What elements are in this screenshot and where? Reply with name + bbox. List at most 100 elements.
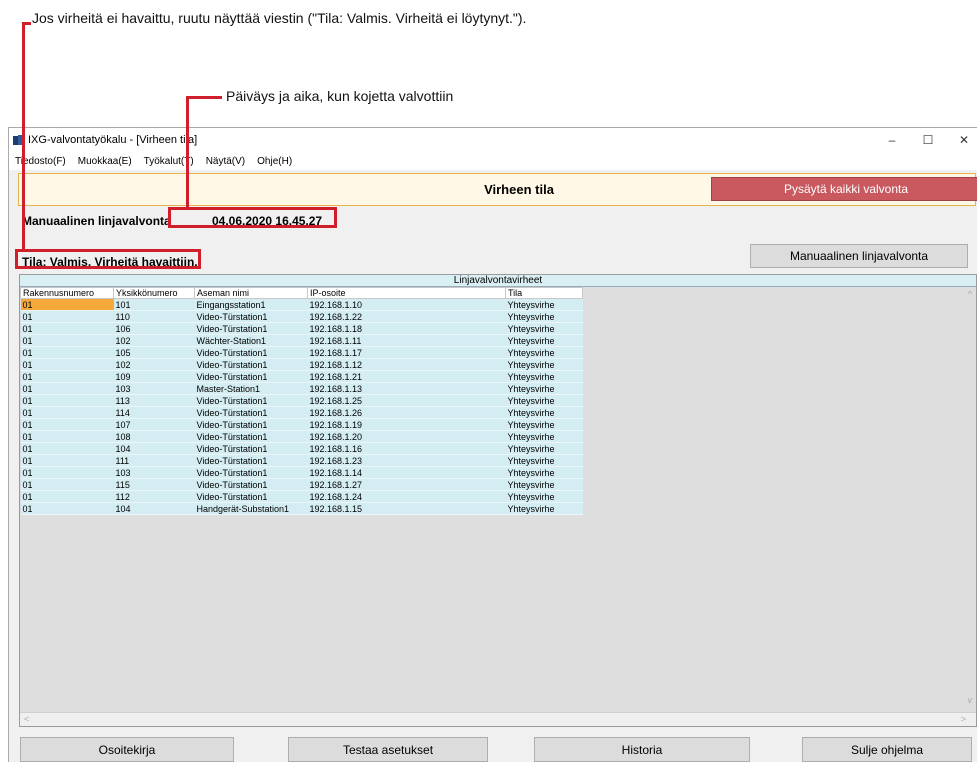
stop-all-monitoring-button[interactable]: Pysäytä kaikki valvonta	[711, 177, 977, 201]
monitoring-errors-grid[interactable]: Linjavalvontavirheet Rakennusnumero Yksi…	[19, 274, 977, 727]
table-cell[interactable]: 01	[20, 394, 114, 407]
table-row[interactable]: 01 113 Video-Türstation1 192.168.1.25 Yhteys…	[20, 394, 583, 407]
table-row[interactable]: 01 102 Wächter-Station1 192.168.1.11 Yhteysv…	[20, 334, 583, 347]
table-cell[interactable]: Yhteysvirhe	[505, 442, 583, 455]
table-cell[interactable]: Yhteysvirhe	[505, 466, 583, 479]
table-cell[interactable]: 01	[20, 370, 114, 383]
table-cell[interactable]: 192.168.1.12	[307, 358, 506, 371]
table-cell[interactable]: Yhteysvirhe	[505, 370, 583, 383]
table-row[interactable]: 01 104 Video-Türstation1 192.168.1.16 Yhteys…	[20, 442, 583, 455]
table-row[interactable]: 01 101 Eingangsstation1 192.168.1.10 Yhteysv…	[20, 298, 583, 311]
table-cell[interactable]: 115	[113, 478, 195, 491]
table-cell[interactable]: 102	[113, 358, 195, 371]
minimize-icon[interactable]: –	[874, 128, 910, 152]
table-cell[interactable]: 01	[20, 358, 114, 371]
table-cell[interactable]: 01	[20, 418, 114, 431]
table-row[interactable]: 01 115 Video-Türstation1 192.168.1.27 Yhteys…	[20, 478, 583, 491]
table-cell[interactable]: Wächter-Station1	[194, 334, 308, 347]
exit-program-button[interactable]: Sulje ohjelma	[802, 737, 972, 762]
scroll-up-icon[interactable]: ^	[968, 289, 972, 299]
table-cell[interactable]: Video-Türstation1	[194, 478, 308, 491]
table-cell[interactable]: 192.168.1.13	[307, 382, 506, 395]
column-header-status[interactable]: Tila	[505, 287, 583, 299]
table-cell[interactable]: 192.168.1.25	[307, 394, 506, 407]
table-cell[interactable]: 01	[20, 430, 114, 443]
maximize-icon[interactable]: ☐	[910, 128, 946, 152]
table-cell[interactable]: Video-Türstation1	[194, 442, 308, 455]
table-cell[interactable]: Yhteysvirhe	[505, 406, 583, 419]
table-cell[interactable]: 112	[113, 490, 195, 503]
table-cell[interactable]: 102	[113, 334, 195, 347]
table-cell[interactable]: Video-Türstation1	[194, 358, 308, 371]
horizontal-scrollbar[interactable]: < >	[20, 712, 976, 726]
table-cell[interactable]: Master-Station1	[194, 382, 308, 395]
table-row[interactable]: 01 111 Video-Türstation1 192.168.1.23 Yhteys…	[20, 454, 583, 467]
table-cell[interactable]: Video-Türstation1	[194, 466, 308, 479]
table-cell[interactable]: 106	[113, 322, 195, 335]
table-cell[interactable]: Video-Türstation1	[194, 370, 308, 383]
column-header-ip[interactable]: IP-osoite	[307, 287, 506, 299]
table-cell[interactable]: Video-Türstation1	[194, 322, 308, 335]
table-row[interactable]: 01 109 Video-Türstation1 192.168.1.21 Yhteys…	[20, 370, 583, 383]
table-cell[interactable]: 192.168.1.27	[307, 478, 506, 491]
table-cell[interactable]: Yhteysvirhe	[505, 430, 583, 443]
menu-tools[interactable]: Työkalut(T)	[138, 156, 200, 167]
table-cell[interactable]: 110	[113, 310, 195, 323]
table-row[interactable]: 01 105 Video-Türstation1 192.168.1.17 Yhteys…	[20, 346, 583, 359]
table-cell[interactable]: 192.168.1.20	[307, 430, 506, 443]
menu-edit[interactable]: Muokkaa(E)	[72, 156, 138, 167]
table-cell[interactable]: Video-Türstation1	[194, 490, 308, 503]
column-header-station-name[interactable]: Aseman nimi	[194, 287, 308, 299]
table-row[interactable]: 01 108 Video-Türstation1 192.168.1.20 Yhteys…	[20, 430, 583, 443]
table-cell[interactable]: 01	[20, 406, 114, 419]
table-cell[interactable]: 111	[113, 454, 195, 467]
scroll-right-icon[interactable]: >	[961, 714, 966, 724]
column-header-building[interactable]: Rakennusnumero	[20, 287, 114, 299]
scroll-left-icon[interactable]: <	[24, 714, 29, 724]
close-icon[interactable]: ✕	[946, 128, 977, 152]
history-button[interactable]: Historia	[534, 737, 750, 762]
table-cell[interactable]: 192.168.1.19	[307, 418, 506, 431]
table-cell[interactable]: 192.168.1.22	[307, 310, 506, 323]
table-cell[interactable]: Yhteysvirhe	[505, 394, 583, 407]
table-cell[interactable]: 01	[20, 442, 114, 455]
table-cell[interactable]: 01	[20, 502, 114, 515]
table-cell[interactable]: Yhteysvirhe	[505, 358, 583, 371]
table-cell[interactable]: 192.168.1.18	[307, 322, 506, 335]
table-row[interactable]: 01 110 Video-Türstation1 192.168.1.22 Yhteys…	[20, 310, 583, 323]
table-cell[interactable]: Yhteysvirhe	[505, 454, 583, 467]
table-cell[interactable]: Yhteysvirhe	[505, 346, 583, 359]
table-cell[interactable]: Yhteysvirhe	[505, 490, 583, 503]
table-row[interactable]: 01 106 Video-Türstation1 192.168.1.18 Yhteys…	[20, 322, 583, 335]
table-cell[interactable]: 01	[20, 298, 114, 311]
table-cell[interactable]: 113	[113, 394, 195, 407]
table-cell[interactable]: 01	[20, 322, 114, 335]
table-row[interactable]: 01 102 Video-Türstation1 192.168.1.12 Yhteys…	[20, 358, 583, 371]
scroll-down-icon[interactable]: v	[968, 695, 973, 705]
table-cell[interactable]: 104	[113, 502, 195, 515]
table-cell[interactable]: Video-Türstation1	[194, 406, 308, 419]
table-row[interactable]: 01 107 Video-Türstation1 192.168.1.19 Yhteys…	[20, 418, 583, 431]
table-cell[interactable]: 192.168.1.14	[307, 466, 506, 479]
table-cell[interactable]: 192.168.1.10	[307, 298, 506, 311]
address-book-button[interactable]: Osoitekirja	[20, 737, 234, 762]
table-cell[interactable]: Yhteysvirhe	[505, 502, 583, 515]
table-cell[interactable]: 01	[20, 310, 114, 323]
table-cell[interactable]: 01	[20, 382, 114, 395]
table-cell[interactable]: Yhteysvirhe	[505, 478, 583, 491]
table-cell[interactable]: 101	[113, 298, 195, 311]
table-cell[interactable]: 01	[20, 454, 114, 467]
column-header-unit[interactable]: Yksikkönumero	[113, 287, 195, 299]
table-cell[interactable]: Video-Türstation1	[194, 454, 308, 467]
menu-help[interactable]: Ohje(H)	[251, 156, 298, 167]
table-row[interactable]: 01 103 Video-Türstation1 192.168.1.14 Yhteys…	[20, 466, 583, 479]
table-cell[interactable]: Video-Türstation1	[194, 418, 308, 431]
table-row[interactable]: 01 103 Master-Station1 192.168.1.13 Yhteysvi…	[20, 382, 583, 395]
table-cell[interactable]: Video-Türstation1	[194, 346, 308, 359]
table-cell[interactable]: 114	[113, 406, 195, 419]
table-cell[interactable]: 192.168.1.24	[307, 490, 506, 503]
table-cell[interactable]: 192.168.1.17	[307, 346, 506, 359]
table-cell[interactable]: 103	[113, 382, 195, 395]
table-cell[interactable]: 01	[20, 466, 114, 479]
table-cell[interactable]: Video-Türstation1	[194, 430, 308, 443]
